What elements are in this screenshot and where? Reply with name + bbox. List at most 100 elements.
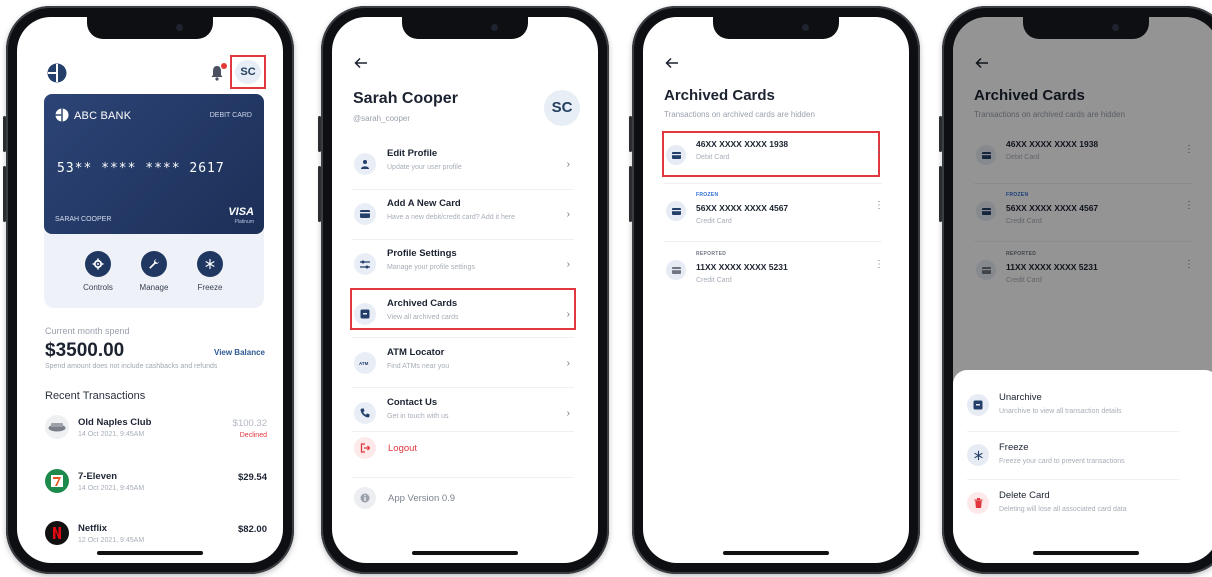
merchant-logo-icon [45, 415, 69, 439]
menu-title: ATM Locator [387, 347, 445, 358]
view-balance-link[interactable]: View Balance [214, 348, 265, 357]
chevron-right-icon: › [566, 309, 570, 320]
chevron-right-icon: › [566, 209, 570, 220]
transaction-row[interactable]: Netflix 12 Oct 2021, 9:45AM $82.00 [45, 521, 267, 561]
transaction-date: 14 Oct 2021, 9:45AM [78, 485, 145, 492]
menu-subtitle: Find ATMs near you [387, 363, 450, 370]
option-title: Unarchive [999, 392, 1042, 403]
option-subtitle: Deleting will lose all associated card d… [999, 506, 1127, 513]
app-version-label: App Version 0.9 [388, 493, 456, 504]
menu-subtitle: Update your user profile [387, 164, 462, 171]
divider [352, 337, 574, 338]
menu-item-profile-settings[interactable]: Profile Settings Manage your profile set… [352, 245, 574, 287]
trash-icon [967, 492, 989, 514]
menu-title: Edit Profile [387, 148, 438, 159]
user-icon [354, 153, 376, 175]
spend-note: Spend amount does not include cashbacks … [45, 363, 218, 370]
divider [352, 387, 574, 388]
transaction-date: 12 Oct 2021, 9:45AM [78, 537, 145, 544]
menu-item-archived-cards[interactable]: Archived Cards View all archived cards › [352, 295, 574, 337]
phone-icon [354, 402, 376, 424]
unarchive-option[interactable]: Unarchive Unarchive to view all transact… [967, 390, 1177, 430]
divider [967, 431, 1179, 432]
home-indicator [97, 551, 203, 555]
transaction-date: 14 Oct 2021, 9:45AM [78, 431, 145, 438]
snowflake-icon [197, 251, 223, 277]
divider [664, 241, 882, 242]
action-sheet: Unarchive Unarchive to view all transact… [953, 370, 1212, 563]
back-arrow-icon[interactable] [665, 57, 679, 69]
merchant-name: 7-Eleven [78, 471, 118, 482]
menu-title: Add A New Card [387, 198, 461, 209]
freeze-label: Freeze [197, 283, 223, 292]
chevron-right-icon: › [566, 358, 570, 369]
divider [352, 431, 574, 432]
freeze-option[interactable]: Freeze Freeze your card to prevent trans… [967, 440, 1177, 480]
frozen-badge: FROZEN [696, 192, 719, 198]
transaction-amount: $100.32 [232, 418, 267, 429]
home-indicator [723, 551, 829, 555]
app-version: App Version 0.9 [352, 485, 574, 515]
transaction-row[interactable]: 7-Eleven 14 Oct 2021, 9:45AM $29.54 [45, 469, 267, 509]
delete-card-option[interactable]: Delete Card Deleting will lose all assoc… [967, 488, 1177, 528]
card-icon [666, 260, 686, 280]
more-options-icon[interactable]: ⋮ [874, 260, 884, 270]
profile-name: Sarah Cooper [353, 90, 458, 107]
divider [352, 239, 574, 240]
freeze-button[interactable]: Freeze [184, 251, 236, 292]
avatar-highlight: SC [230, 55, 266, 89]
chevron-right-icon: › [566, 159, 570, 170]
spend-amount: $3500.00 [45, 340, 125, 361]
menu-title: Contact Us [387, 397, 438, 408]
page-subtitle: Transactions on archived cards are hidde… [664, 110, 815, 119]
menu-item-add-card[interactable]: Add A New Card Have a new debit/credit c… [352, 195, 574, 237]
logout-label: Logout [388, 443, 418, 454]
card-holder: SARAH COOPER [55, 216, 112, 223]
phone-card-actions: Archived Cards Transactions on archived … [939, 6, 1212, 574]
mockup-stage: SC ABC BANK DEBIT CARD 53** **** **** 26… [0, 0, 1212, 577]
archived-card-row[interactable]: FROZEN 56XX XXXX XXXX 4567 Credit Card ⋮ [664, 190, 884, 234]
home-indicator [1033, 551, 1139, 555]
card-kind: Credit Card [696, 277, 732, 284]
home-indicator [412, 551, 518, 555]
recent-transactions-title: Recent Transactions [45, 390, 146, 402]
notification-bell-icon[interactable] [210, 63, 227, 81]
option-subtitle: Freeze your card to prevent transactions [999, 458, 1125, 465]
avatar-button[interactable]: SC [235, 60, 261, 84]
notch [87, 17, 213, 39]
menu-subtitle: Manage your profile settings [387, 264, 475, 271]
page-title: Archived Cards [664, 87, 775, 104]
card-number: 53** **** **** 2617 [57, 161, 225, 176]
notch [713, 17, 839, 39]
sliders-icon [354, 253, 376, 275]
menu-item-atm-locator[interactable]: ATM ATM Locator Find ATMs near you › [352, 344, 574, 386]
archived-card-row[interactable]: REPORTED 11XX XXXX XXXX 5231 Credit Card… [664, 249, 884, 293]
phone-profile: Sarah Cooper @sarah_cooper SC Edit Profi… [318, 6, 609, 574]
divider [352, 477, 574, 478]
card-number: 11XX XXXX XXXX 5231 [696, 262, 788, 272]
back-arrow-icon[interactable] [354, 57, 368, 69]
more-options-icon[interactable]: ⋮ [874, 201, 884, 211]
card-tier: Platinum [234, 219, 254, 225]
phone-archived-cards: Archived Cards Transactions on archived … [629, 6, 920, 574]
logout-icon [354, 437, 376, 459]
phone-home: SC ABC BANK DEBIT CARD 53** **** **** 26… [3, 6, 294, 574]
more-options-icon[interactable]: ⋮ [874, 145, 884, 155]
card-kind: Credit Card [696, 218, 732, 225]
manage-button[interactable]: Manage [128, 251, 180, 292]
divider [967, 479, 1179, 480]
card-icon [354, 203, 376, 225]
seven-eleven-logo-icon [45, 469, 69, 493]
transaction-row[interactable]: Old Naples Club 14 Oct 2021, 9:45AM $100… [45, 415, 267, 455]
controls-button[interactable]: Controls [72, 251, 124, 292]
menu-item-edit-profile[interactable]: Edit Profile Update your user profile › [352, 145, 574, 187]
netflix-logo-icon [45, 521, 69, 545]
debit-card[interactable]: ABC BANK DEBIT CARD 53** **** **** 2617 … [44, 94, 264, 234]
gear-icon [85, 251, 111, 277]
avatar[interactable]: SC [544, 90, 580, 126]
notch [1023, 17, 1149, 39]
archived-card-row[interactable]: 46XX XXXX XXXX 1938 Debit Card ⋮ [664, 134, 884, 178]
menu-item-contact-us[interactable]: Contact Us Get in touch with us › [352, 394, 574, 436]
logout-button[interactable]: Logout [352, 435, 574, 465]
unarchive-icon [967, 394, 989, 416]
